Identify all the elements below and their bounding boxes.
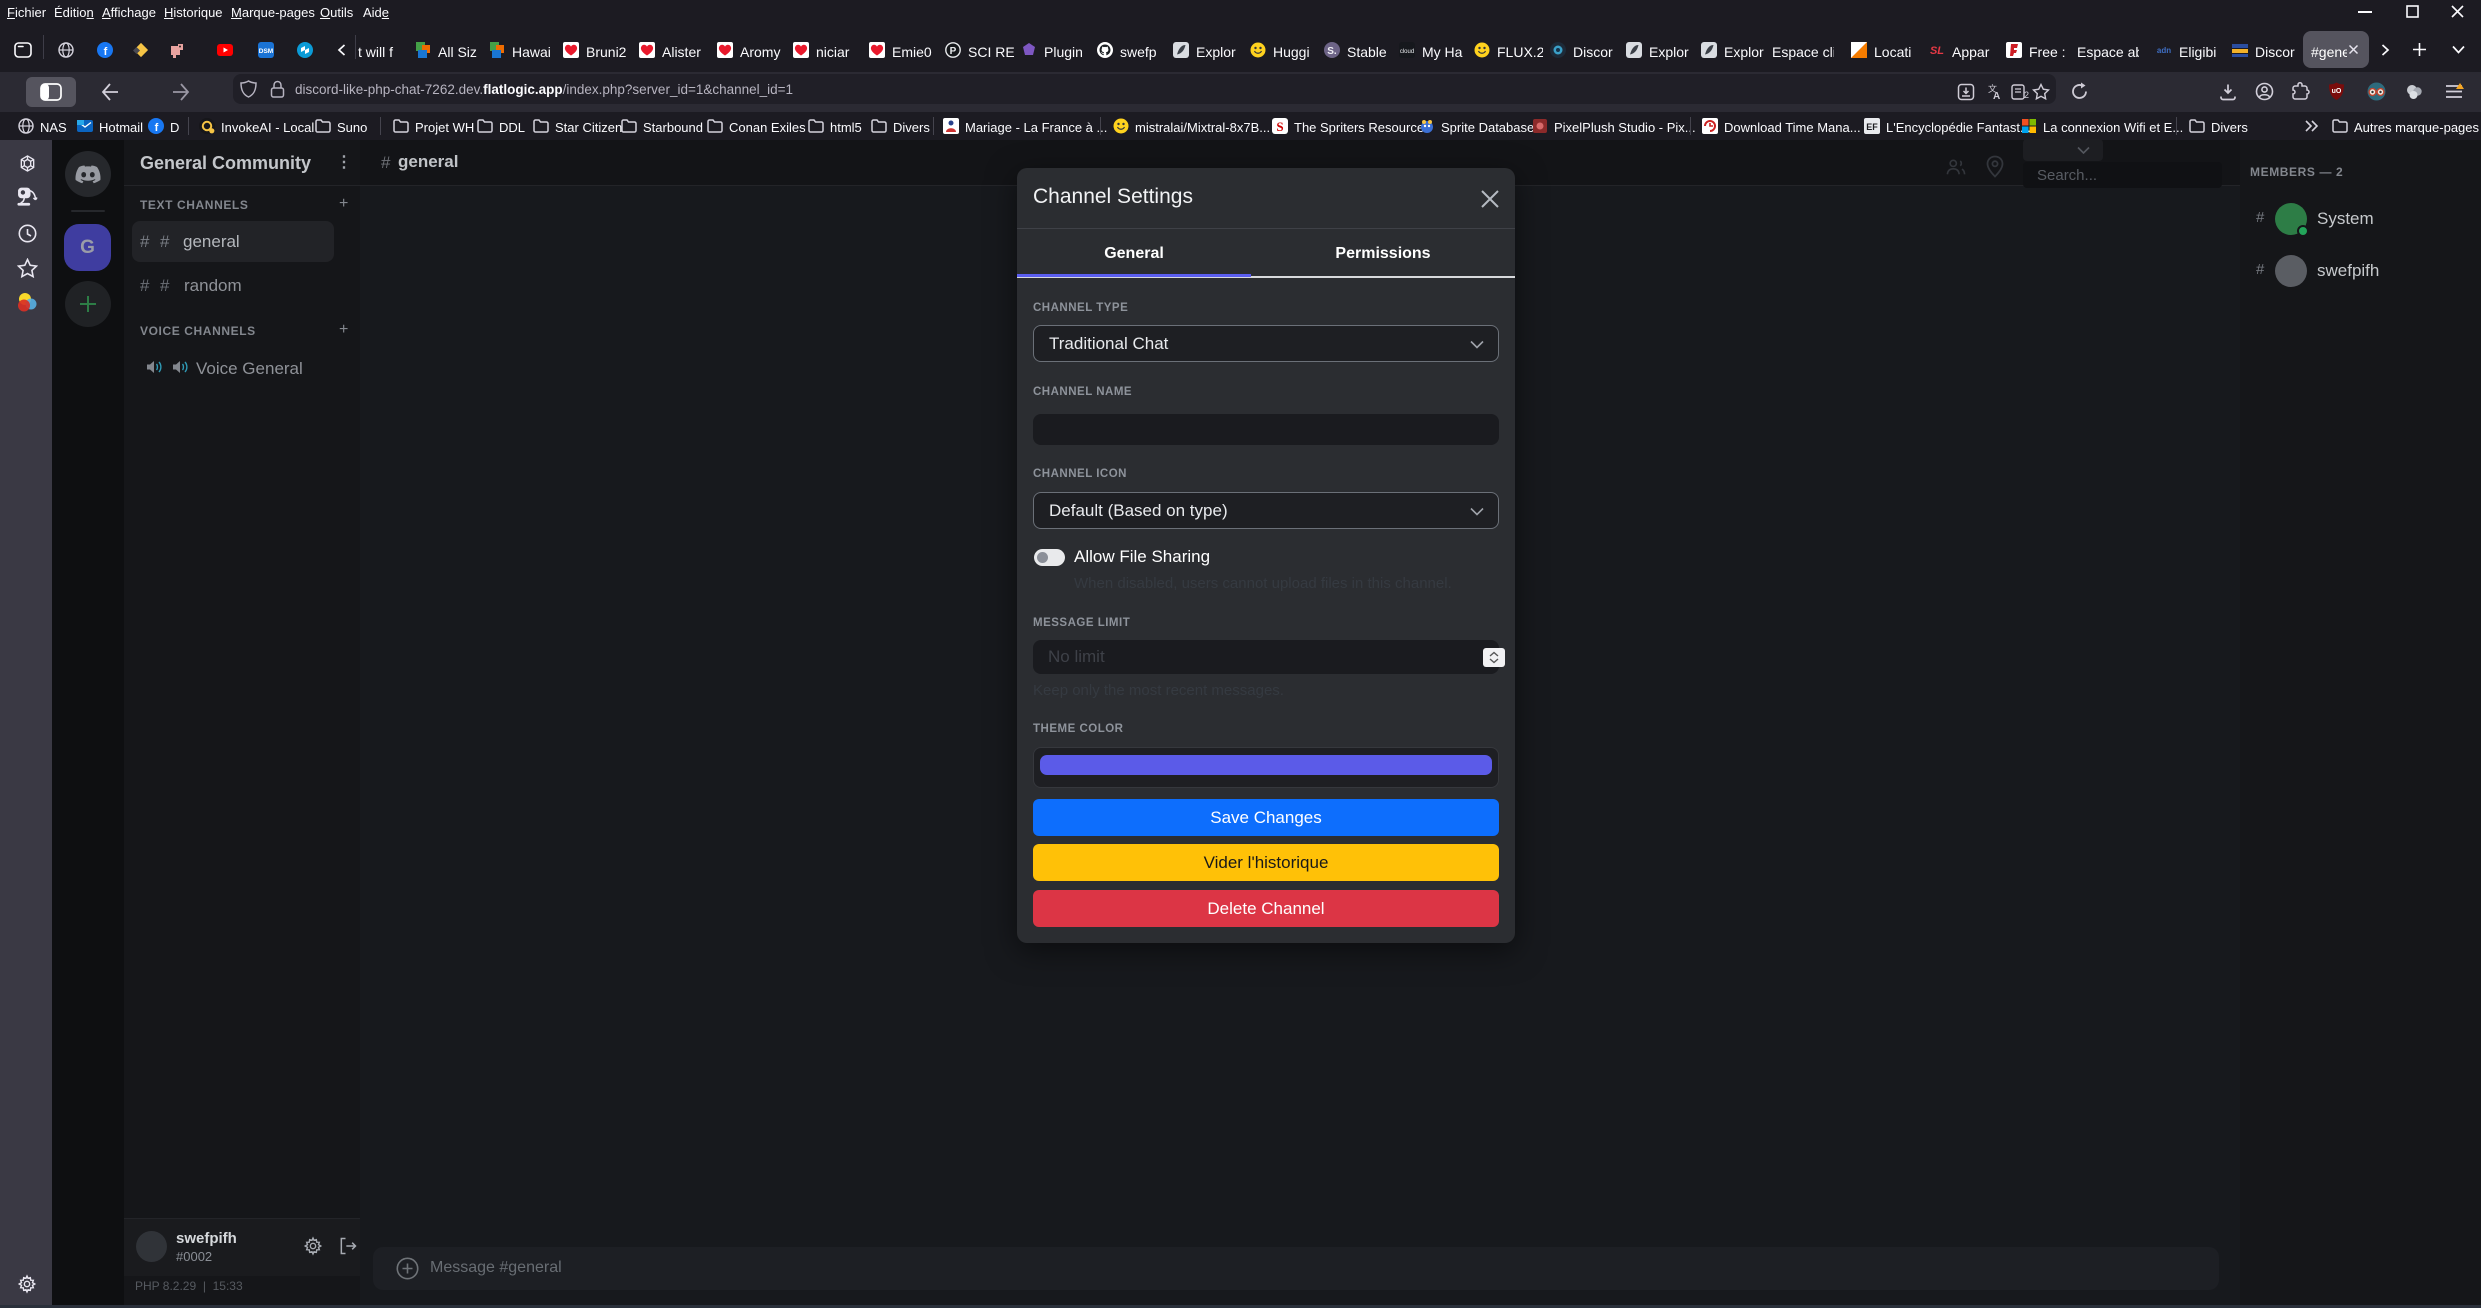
svg-text:2: 2 — [2024, 90, 2029, 100]
svg-text:S.: S. — [1327, 46, 1337, 57]
svg-text:SL: SL — [1930, 45, 1944, 57]
svg-text:EF: EF — [1866, 122, 1878, 132]
svg-text:f: f — [104, 46, 108, 58]
svg-text:A: A — [1993, 91, 2000, 101]
svg-text:cloud: cloud — [1400, 49, 1414, 55]
svg-text:S: S — [1276, 119, 1283, 134]
svg-text:DSM: DSM — [259, 48, 273, 55]
svg-text:adn: adn — [2157, 46, 2171, 55]
svg-text:uO: uO — [2332, 88, 2342, 95]
svg-text:f: f — [155, 122, 159, 134]
svg-text:P: P — [950, 46, 957, 57]
